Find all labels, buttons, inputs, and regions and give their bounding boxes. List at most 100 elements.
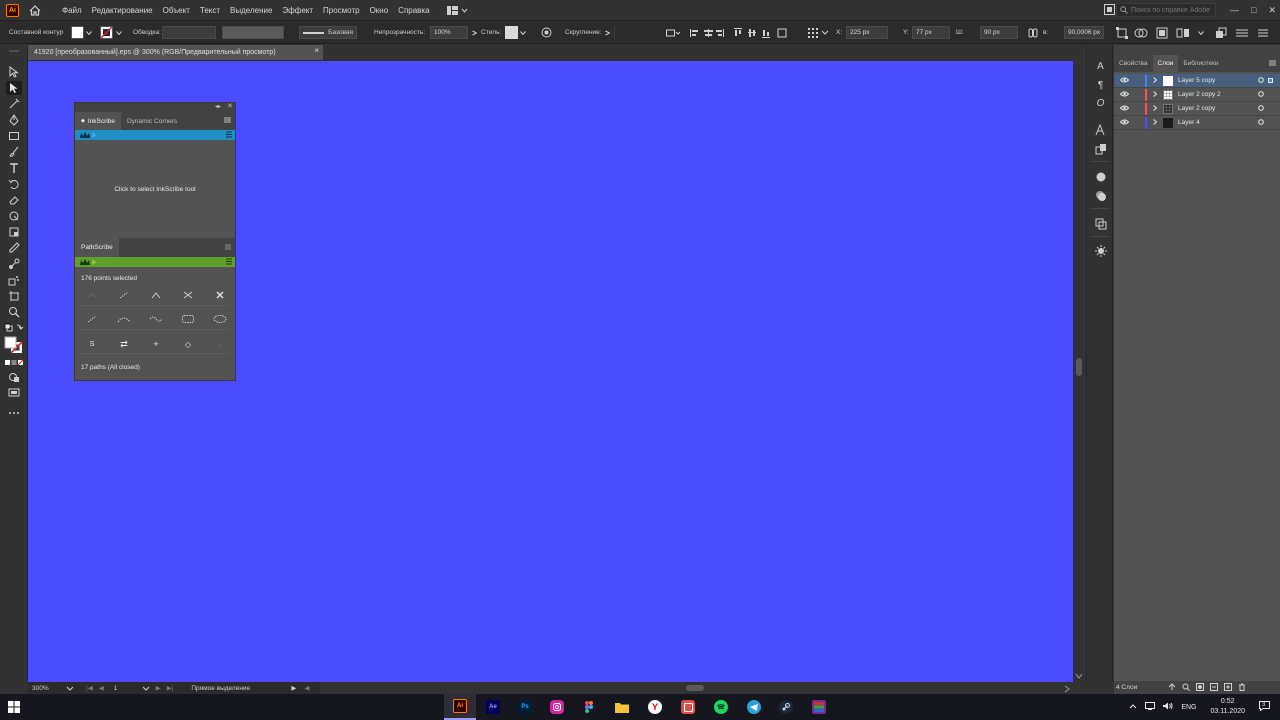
tab-dynamic-corners[interactable]: Dynamic Corners [121,112,183,130]
opacity-input[interactable]: 100% [430,26,468,39]
status-more-arrow-icon[interactable]: ◀ [304,684,309,692]
symbol-sprayer-tool-icon[interactable] [6,273,22,287]
color-panel-icon[interactable] [1094,170,1107,183]
opacity-label[interactable]: Непрозрачность: [374,26,425,39]
warp-tool-icon[interactable] [6,209,22,223]
menu-object[interactable]: Объект [158,6,195,15]
taskbar-steam[interactable] [770,694,802,720]
astute-plugin-icon[interactable] [1094,244,1107,257]
layer-row[interactable]: Layer 4 [1114,116,1280,130]
direct-selection-tool-icon[interactable] [6,81,22,95]
eraser-tool-icon[interactable] [6,193,22,207]
locate-object-icon[interactable] [1182,683,1190,693]
visibility-eye-icon[interactable] [1119,91,1130,99]
close-window-button[interactable]: ✕ [1268,5,1276,16]
layer-name[interactable]: Layer 2 copy 2 [1178,91,1258,98]
smart-remove-button[interactable]: ⌂ [213,338,227,350]
rotate-tool-icon[interactable] [6,177,22,191]
delete-point-icon[interactable] [213,289,227,301]
collapse-panel-icon[interactable]: ◂▸ [215,103,221,110]
artboard-number[interactable]: 1 [114,685,142,692]
glyphs-panel-icon[interactable] [1094,123,1107,136]
expand-arrow-icon[interactable] [1153,76,1158,85]
align-points-button[interactable]: ◇ [181,338,195,350]
volume-icon[interactable] [1163,702,1173,712]
opentype-panel-icon[interactable]: O [1094,97,1107,110]
menu-file[interactable]: Файл [57,6,87,15]
more-options-icon[interactable] [1236,26,1248,39]
document-tab[interactable]: 41920 [преобразованный].eps @ 300% (RGB/… [28,45,323,60]
tools-panel-grip[interactable] [9,47,19,52]
minimize-button[interactable]: — [1230,5,1239,15]
fill-stroke-swatches[interactable] [4,336,24,354]
taskbar-file-explorer[interactable] [606,694,638,720]
selection-indicator[interactable] [1268,78,1273,83]
fill-dropdown-chevron-icon[interactable] [86,26,92,39]
pathfinder-panel-icon[interactable] [1094,217,1107,230]
help-search[interactable] [1116,3,1216,17]
tab-properties[interactable]: Свойства [1114,55,1153,72]
stroke-swatch[interactable] [100,26,113,39]
taskbar-after-effects[interactable]: Ae [477,694,509,720]
eyedropper-tool-icon[interactable] [6,241,22,255]
selection-tool-icon[interactable] [6,65,22,79]
layer-row[interactable]: Layer 5 copy [1114,74,1280,88]
menu-view[interactable]: Просмотр [318,6,365,15]
clock[interactable]: 0:52 03.11.2020 [1210,697,1245,717]
stroke-weight-dropdown[interactable] [162,26,216,39]
magic-wand-tool-icon[interactable] [6,97,22,111]
artboard-tool-icon[interactable] [6,289,22,303]
blend-tool-icon[interactable] [6,257,22,271]
taskbar-winrar[interactable] [803,694,835,720]
x-position-input[interactable]: 225 px [846,26,888,39]
collect-for-export-icon[interactable] [1168,682,1176,693]
expand-arrow-icon[interactable] [1153,90,1158,99]
arrange-documents-icon[interactable] [1104,4,1115,17]
windows-start-icon[interactable] [8,701,20,715]
new-sublayer-icon[interactable] [1210,682,1218,693]
free-transform-tool-icon[interactable] [6,225,22,239]
straighten-path-icon[interactable] [85,313,99,325]
transform-icon[interactable] [1116,26,1128,39]
color-guide-icon[interactable] [1094,189,1107,202]
vertical-scrollbar[interactable] [1073,61,1085,682]
scroll-down-arrow-icon[interactable] [1075,673,1083,679]
last-artboard-icon[interactable]: ▶| [167,684,174,692]
target-circle-icon[interactable] [1258,104,1264,113]
tab-inkscribe[interactable]: ◆ InkScribe [75,112,121,130]
menu-select[interactable]: Выделение [225,6,277,15]
paragraph-panel-icon[interactable]: ¶ [1094,79,1107,92]
tab-layers[interactable]: Слои [1152,55,1179,72]
control-panel-menu-icon[interactable] [1258,26,1268,39]
expand-arrow-icon[interactable] [1153,118,1158,127]
smooth-point-icon[interactable] [85,289,99,301]
maximize-button[interactable]: □ [1251,5,1256,15]
layer-name[interactable]: Layer 4 [1178,119,1258,126]
layer-row[interactable]: Layer 2 copy 2 [1114,88,1280,102]
reverse-path-button[interactable]: ⇄ [117,338,131,350]
target-circle-icon[interactable] [1258,76,1264,85]
stroke-dropdown-chevron-icon[interactable] [116,26,122,39]
layer-name[interactable]: Layer 5 copy [1178,77,1258,84]
close-document-icon[interactable]: × [314,46,319,55]
visibility-eye-icon[interactable] [1119,77,1130,85]
target-circle-icon[interactable] [1258,118,1264,127]
inkscribe-options-icon[interactable] [226,131,232,140]
taskbar-yandex[interactable]: Y [639,694,671,720]
expand-arrow-icon[interactable] [1153,104,1158,113]
paintbrush-tool-icon[interactable] [6,145,22,159]
layer-name[interactable]: Layer 2 copy [1178,105,1258,112]
prev-artboard-icon[interactable]: ◀ [99,684,104,692]
horizontal-scrollbar-thumb[interactable] [686,685,704,691]
artboard-chevron-icon[interactable] [142,686,150,691]
visibility-eye-icon[interactable] [1119,105,1130,113]
smart-handles-button[interactable]: S [85,338,99,350]
menu-edit[interactable]: Редактирование [87,6,158,15]
select-similar-chevron-icon[interactable] [1198,26,1204,39]
layer-row[interactable]: Layer 2 copy [1114,102,1280,116]
panel-title-bar[interactable]: ◂▸ ✕ [75,103,235,112]
network-icon[interactable] [1145,702,1156,712]
constrain-proportions-icon[interactable] [1028,26,1038,39]
cusp-point-icon[interactable] [149,289,163,301]
pen-tool-icon[interactable] [6,113,22,127]
